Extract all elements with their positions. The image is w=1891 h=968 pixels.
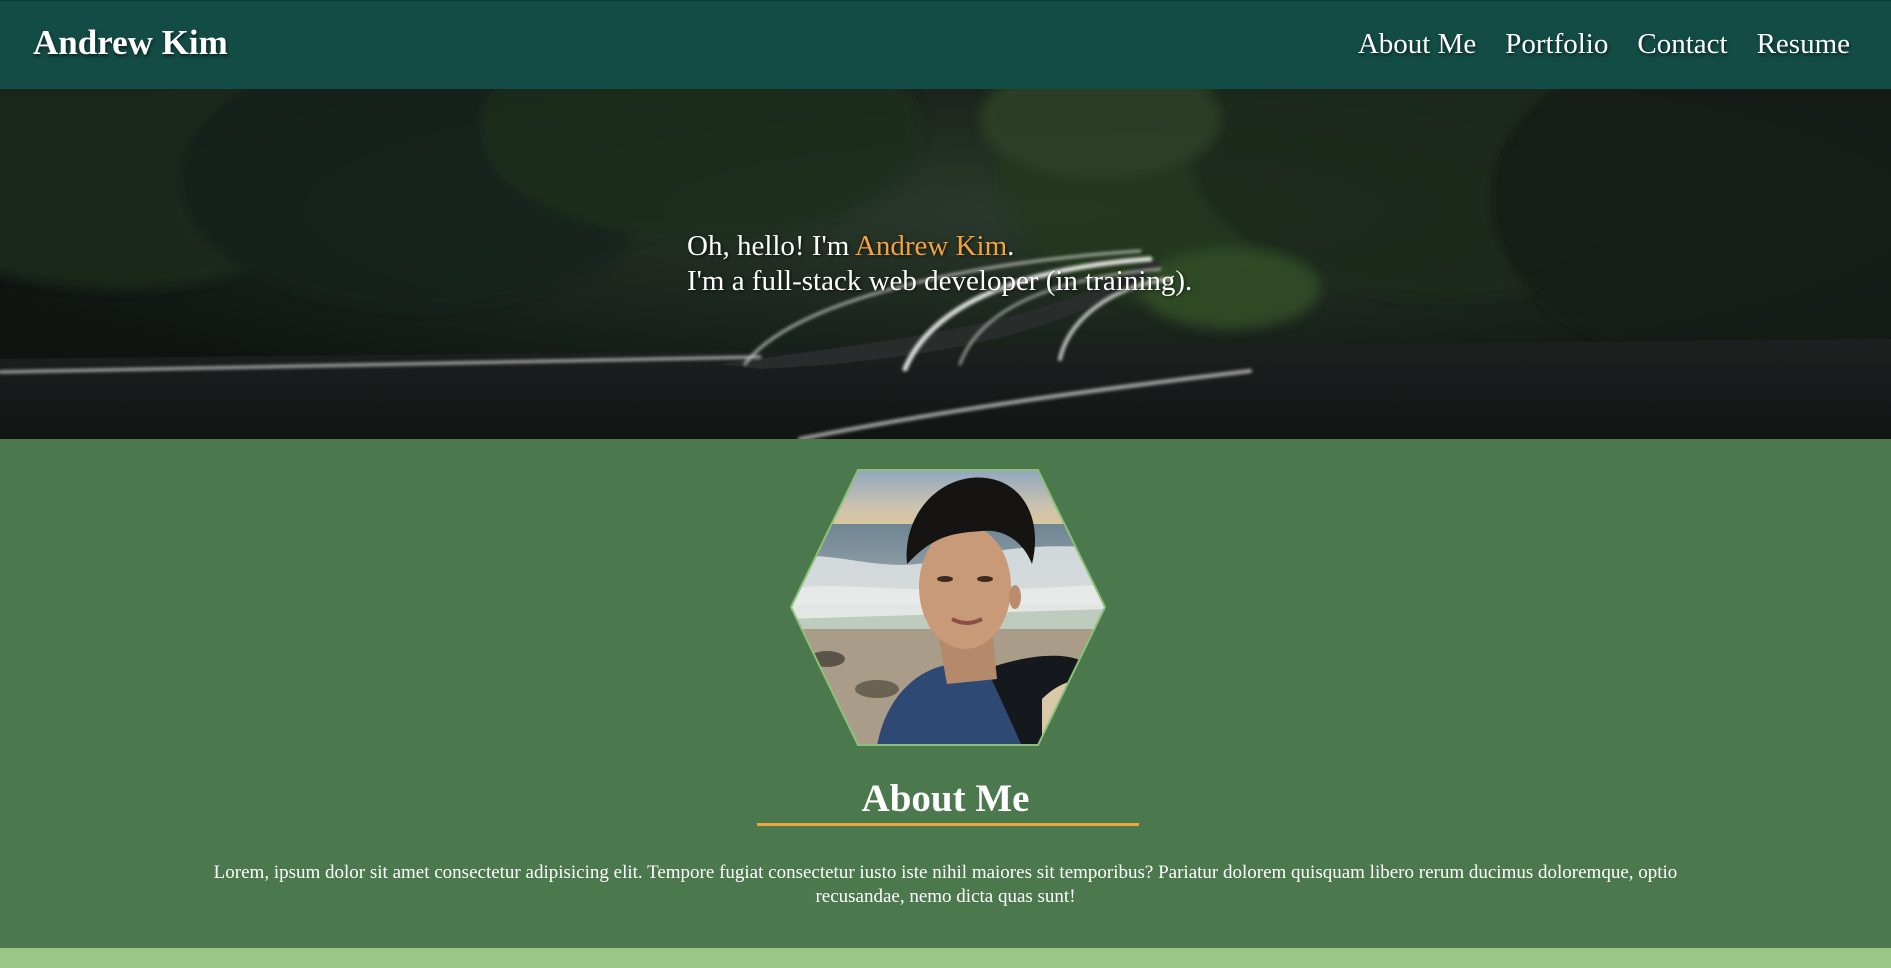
hero-tagline: I'm a full-stack web developer (in train… <box>687 265 1193 297</box>
hero-section: Oh, hello! I'm Andrew Kim. I'm a full-st… <box>0 89 1891 439</box>
hero-greeting-suffix: . <box>1007 230 1015 262</box>
hero-greeting-prefix: Oh, hello! I'm <box>687 230 855 262</box>
nav-link-about-me[interactable]: About Me <box>1358 28 1476 61</box>
profile-avatar <box>789 469 1107 746</box>
hero-intro-text: Oh, hello! I'm Andrew Kim. I'm a full-st… <box>687 229 1192 299</box>
site-header: Andrew Kim About Me Portfolio Contact Re… <box>0 0 1891 89</box>
about-section: About Me Lorem, ipsum dolor sit amet con… <box>0 439 1891 948</box>
brand-logo-text[interactable]: Andrew Kim <box>33 23 228 63</box>
about-heading: About Me <box>861 777 1030 820</box>
hero-greeting: Oh, hello! I'm Andrew Kim. <box>687 229 1192 264</box>
main-nav: About Me Portfolio Contact Resume <box>1329 28 1850 61</box>
nav-link-portfolio[interactable]: Portfolio <box>1505 28 1608 61</box>
nav-link-resume[interactable]: Resume <box>1757 28 1850 61</box>
about-heading-underline <box>757 823 1139 826</box>
hero-name-highlight: Andrew Kim <box>854 230 1008 262</box>
about-body-text: Lorem, ipsum dolor sit amet consectetur … <box>213 862 1678 907</box>
nav-link-contact[interactable]: Contact <box>1637 28 1727 61</box>
footer-strip <box>0 948 1891 968</box>
